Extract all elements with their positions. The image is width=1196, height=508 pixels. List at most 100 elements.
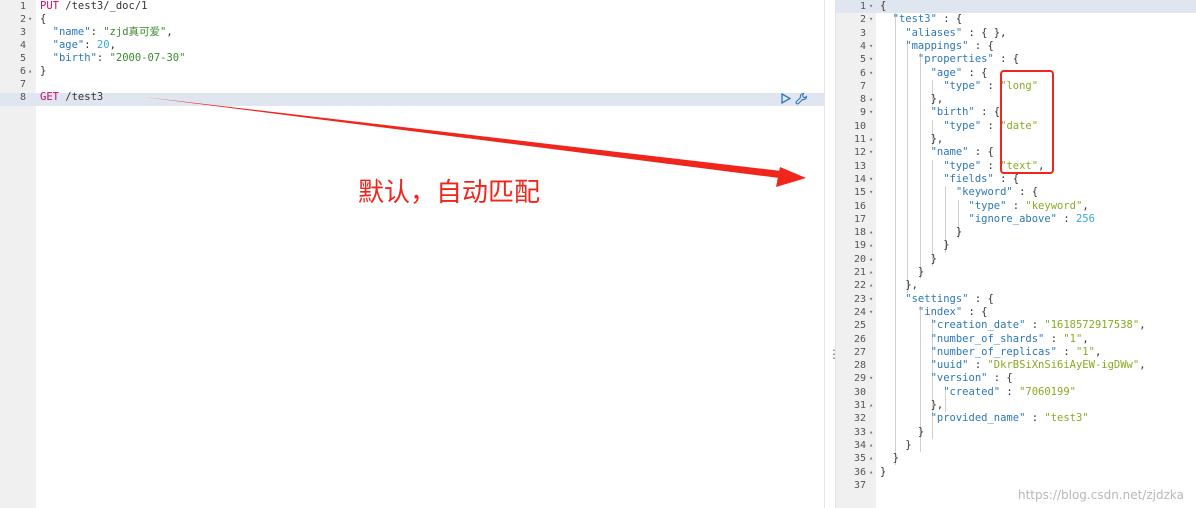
code-line[interactable]: } [880, 253, 937, 266]
code-line[interactable]: "mappings" : { [880, 40, 994, 53]
fold-expanded-icon[interactable]: ▾ [869, 146, 873, 159]
fold-expanded-icon[interactable]: ▾ [869, 293, 873, 306]
code-token: : { [936, 13, 963, 26]
code-line[interactable]: GET /test3 [40, 91, 103, 104]
code-line[interactable]: }, [880, 133, 944, 146]
code-line[interactable]: "name" : { [880, 146, 994, 159]
code-token: } [40, 65, 47, 77]
pane-resize-handle[interactable]: ⋮ [824, 0, 840, 508]
code-line[interactable]: } [880, 452, 899, 465]
code-token: : [1025, 319, 1045, 332]
code-line[interactable]: "age" : { [880, 67, 988, 80]
code-token: "uuid" [880, 359, 969, 372]
code-line[interactable]: "aliases" : { }, [880, 27, 1006, 40]
fold-collapse-end-icon[interactable]: ▴ [869, 239, 873, 252]
code-line[interactable]: "creation_date" : "1618572917538", [880, 319, 1146, 332]
code-token: : [1057, 345, 1076, 358]
fold-expanded-icon[interactable]: ▾ [869, 67, 873, 80]
fold-expanded-icon[interactable]: ▾ [869, 40, 873, 53]
code-line[interactable]: "provided_name" : "test3" [880, 412, 1089, 425]
code-line[interactable]: "index" : { [880, 305, 988, 319]
code-line[interactable]: "age": 20, [40, 39, 116, 52]
code-line[interactable]: "settings" : { [880, 293, 994, 306]
code-line[interactable]: "number_of_shards" : "1", [880, 333, 1089, 346]
code-line[interactable]: }, [880, 399, 944, 412]
line-number: 31 [853, 400, 866, 411]
code-token: : { [993, 172, 1020, 185]
fold-collapse-end-icon[interactable]: ▴ [869, 226, 873, 239]
line-number: 10 [853, 120, 866, 132]
fold-expanded-icon[interactable]: ▾ [869, 186, 873, 199]
code-line[interactable]: } [880, 226, 962, 239]
code-token: } [880, 239, 950, 252]
code-token: "test3" [880, 13, 937, 26]
code-line[interactable]: { [40, 13, 46, 26]
code-line[interactable]: } [880, 439, 911, 452]
code-line[interactable]: "fields" : { [880, 173, 1019, 186]
wrench-icon[interactable] [795, 92, 808, 108]
fold-expanded-icon[interactable]: ▾ [869, 106, 873, 119]
code-token: "properties" [880, 53, 994, 66]
fold-collapse-end-icon[interactable]: ▴ [28, 65, 32, 78]
fold-expanded-icon[interactable]: ▾ [869, 0, 873, 13]
fold-collapse-end-icon[interactable]: ▴ [869, 279, 873, 292]
code-token: , [1082, 199, 1089, 212]
code-line[interactable]: } [880, 426, 924, 439]
code-token: "version" [880, 372, 988, 385]
fold-collapse-end-icon[interactable]: ▴ [869, 266, 873, 279]
fold-expanded-icon[interactable]: ▾ [869, 53, 873, 66]
code-line[interactable]: "created" : "7060199" [880, 386, 1076, 399]
code-line[interactable]: } [880, 266, 924, 279]
code-line[interactable]: "keyword" : { [880, 186, 1038, 199]
code-line[interactable]: "properties" : { [880, 53, 1019, 66]
fold-collapse-end-icon[interactable]: ▴ [869, 399, 873, 412]
line-number: 34 [853, 439, 866, 451]
code-line[interactable]: "birth": "2000-07-30" [40, 52, 186, 65]
fold-collapse-end-icon[interactable]: ▴ [869, 466, 873, 479]
code-line[interactable]: "birth" : { [880, 106, 1001, 119]
code-line[interactable]: "number_of_replicas" : "1", [880, 345, 1102, 359]
code-token: "1" [1075, 345, 1095, 358]
code-line[interactable]: { [880, 0, 886, 13]
fold-collapse-end-icon[interactable]: ▴ [869, 452, 873, 465]
fold-expanded-icon[interactable]: ▾ [869, 372, 873, 385]
line-number: 36 [853, 466, 866, 478]
code-token: /test3 [58, 91, 104, 103]
fold-collapse-end-icon[interactable]: ▴ [869, 439, 873, 452]
line-number: 4 [19, 40, 26, 51]
code-line[interactable]: "type" : "keyword", [880, 200, 1089, 213]
code-line[interactable]: PUT /test3/_doc/1 [40, 0, 147, 13]
code-token: , [1139, 359, 1146, 372]
code-token: : { [968, 292, 994, 305]
play-icon[interactable] [780, 92, 792, 107]
code-line[interactable]: "uuid" : "DkrBSiXnSi6iAyEW-igDWw", [880, 359, 1146, 372]
fold-collapse-end-icon[interactable]: ▴ [869, 253, 873, 266]
code-token: } [880, 266, 925, 278]
code-line[interactable]: }, [880, 279, 918, 292]
code-token: "birth" [40, 52, 97, 64]
code-token: "test3" [1044, 412, 1089, 425]
code-line[interactable]: "name": "zjd真可爱", [40, 26, 173, 39]
code-token: : [1006, 199, 1026, 212]
code-line[interactable]: } [880, 466, 886, 479]
code-token: : { [1012, 186, 1039, 199]
code-line[interactable]: "ignore_above" : 256 [880, 213, 1095, 226]
code-line[interactable]: } [40, 65, 46, 78]
fold-expanded-icon[interactable]: ▾ [869, 13, 873, 26]
code-token: } [880, 252, 937, 265]
line-number: 16 [853, 200, 866, 212]
fold-collapse-end-icon[interactable]: ▴ [869, 133, 873, 146]
code-line[interactable]: "version" : { [880, 372, 1013, 385]
fold-expanded-icon[interactable]: ▾ [28, 13, 32, 26]
fold-expanded-icon[interactable]: ▾ [869, 173, 873, 186]
code-line[interactable]: }, [880, 93, 944, 106]
code-token: : { [962, 305, 988, 318]
code-line[interactable]: "test3" : { [880, 13, 963, 26]
fold-collapse-end-icon[interactable]: ▴ [869, 93, 873, 106]
code-token: "keyword" [880, 186, 1013, 199]
request-editor[interactable]: 1 PUT /test3/_doc/1 2 ▾ {3 "name": "zjd真可爱",… [0, 0, 824, 508]
code-token: : [1044, 332, 1064, 345]
fold-expanded-icon[interactable]: ▾ [869, 306, 873, 319]
fold-collapse-end-icon[interactable]: ▴ [869, 426, 873, 439]
code-line[interactable]: } [880, 239, 950, 252]
